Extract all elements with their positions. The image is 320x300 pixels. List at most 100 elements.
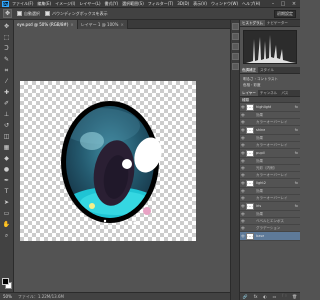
menu-file[interactable]: ファイル(F) xyxy=(12,1,33,7)
path-select-tool-icon[interactable]: ➤ xyxy=(2,198,12,207)
layer-row[interactable]: 👁 shine fx xyxy=(240,126,300,135)
tab-styles[interactable]: スタイル xyxy=(258,67,276,73)
menu-filter[interactable]: フィルター(T) xyxy=(148,1,173,7)
layer-row[interactable]: 👁 light2 fx xyxy=(240,179,300,188)
history-panel-icon[interactable] xyxy=(231,23,239,30)
tab-navigator[interactable]: ナビゲーター xyxy=(265,20,290,26)
history-brush-icon[interactable]: ↺ xyxy=(2,121,12,130)
layer-thumbnail xyxy=(246,232,254,240)
close-icon[interactable]: × xyxy=(70,22,73,27)
layer-name: base xyxy=(256,234,265,238)
layer-effect-row[interactable]: 👁 効果 xyxy=(240,211,300,218)
layer-effect-row[interactable]: 👁 カラーオーバーレイ xyxy=(240,195,300,202)
close-icon[interactable]: × xyxy=(120,22,123,27)
layer-fx-icon[interactable]: fx xyxy=(295,151,298,155)
tab-channels[interactable]: チャンネル xyxy=(258,90,279,96)
auto-select-label: 自動選択 xyxy=(24,10,40,16)
layer-row[interactable]: 👁 pupil fx xyxy=(240,149,300,158)
layer-effect-row[interactable]: 👁 グラデーション xyxy=(240,225,300,232)
document-canvas[interactable] xyxy=(20,81,196,241)
workspace-select[interactable]: 初期設定 xyxy=(274,10,296,18)
layer-style-icon[interactable]: fx xyxy=(254,294,258,299)
shape-tool-icon[interactable]: ▭ xyxy=(2,209,12,218)
transform-controls-checkbox[interactable] xyxy=(45,11,50,16)
layer-effect-row[interactable]: 👁 効果 xyxy=(240,158,300,165)
tab-histogram[interactable]: ヒストグラム xyxy=(240,20,265,26)
tab-adjustments[interactable]: 色調補正 xyxy=(240,67,258,73)
tab-layers[interactable]: レイヤー xyxy=(240,90,258,96)
lasso-tool-icon[interactable]: ᑐ xyxy=(2,44,12,53)
layer-name: カラーオーバーレイ xyxy=(256,119,288,124)
move-tool-icon[interactable]: ✥ xyxy=(3,9,12,18)
character-panel-icon[interactable] xyxy=(231,53,239,60)
close-icon[interactable]: × xyxy=(289,0,299,8)
actions-panel-icon[interactable] xyxy=(231,33,239,40)
adjustment-layer-icon[interactable]: ◐ xyxy=(263,294,267,299)
foreground-color-swatch[interactable] xyxy=(2,278,9,285)
layer-effect-row[interactable]: 👁 カラーオーバーレイ xyxy=(240,172,300,179)
canvas-area[interactable] xyxy=(14,29,230,291)
new-group-icon[interactable]: 🗀 xyxy=(282,293,286,300)
marquee-tool-icon[interactable]: ⬚ xyxy=(2,33,12,42)
layer-row[interactable]: 👁 highlight fx xyxy=(240,103,300,112)
menu-view[interactable]: 表示(V) xyxy=(193,1,207,7)
menu-help[interactable]: ヘルプ(H) xyxy=(242,1,260,7)
tab-eye-document[interactable]: eye.psd @ 50% (RGB/8#) × xyxy=(14,20,78,29)
document-info: ファイル：1.22M/13.6M xyxy=(17,293,64,299)
menu-3d[interactable]: 3D(D) xyxy=(177,1,189,6)
blur-tool-icon[interactable]: ◆ xyxy=(2,154,12,163)
gradient-tool-icon[interactable]: ▦ xyxy=(2,143,12,152)
adjustment-item[interactable]: 色相・彩度 xyxy=(243,82,297,88)
zoom-level[interactable]: 50% xyxy=(3,294,12,299)
eraser-tool-icon[interactable]: ◫ xyxy=(2,132,12,141)
dodge-tool-icon[interactable]: ● xyxy=(2,165,12,174)
menu-type[interactable]: 書式(Y) xyxy=(105,1,119,7)
document-tabs: eye.psd @ 50% (RGB/8#) × レイヤー 1 @ 100% × xyxy=(14,20,230,29)
trash-icon[interactable]: 🗑 xyxy=(292,294,297,299)
layer-effect-row[interactable]: 👁 効果 xyxy=(240,112,300,119)
layer-name: ベベルとエンボス xyxy=(256,218,284,223)
tab-paths[interactable]: パス xyxy=(279,90,290,96)
layers-panel-tabs: レイヤー チャンネル パス xyxy=(240,90,300,97)
auto-select-checkbox[interactable] xyxy=(17,11,22,16)
move-tool-icon[interactable]: ✥ xyxy=(2,22,12,31)
brush-tool-icon[interactable]: ✐ xyxy=(2,99,12,108)
menu-edit[interactable]: 編集(E) xyxy=(37,1,51,7)
layers-list: 👁 highlight fx 👁 効果 👁 カラーオーバーレイ 👁 shine fx 👁 効果 👁 カラー… xyxy=(240,103,300,241)
zoom-tool-icon[interactable]: ⌕ xyxy=(2,231,12,240)
minimize-icon[interactable]: – xyxy=(268,0,278,8)
layer-fx-icon[interactable]: fx xyxy=(295,128,298,132)
layer-effect-row[interactable]: 👁 光彩（内側） xyxy=(240,165,300,172)
menu-window[interactable]: ウィンドウ(W) xyxy=(211,1,238,7)
layers-panel-footer: 🔗 fx ◐ ▭ 🗀 🗑 xyxy=(240,292,300,300)
layer-fx-icon[interactable]: fx xyxy=(295,204,298,208)
tab-label: レイヤー 1 @ 100% xyxy=(80,22,119,27)
layer-effect-row[interactable]: 👁 効果 xyxy=(240,135,300,142)
eyedropper-tool-icon[interactable]: ⁄ xyxy=(2,77,12,86)
tab-layer1-document[interactable]: レイヤー 1 @ 100% × xyxy=(77,20,128,29)
paragraph-panel-icon[interactable] xyxy=(231,63,239,70)
maximize-icon[interactable]: □ xyxy=(278,0,288,8)
quick-select-tool-icon[interactable]: ✎ xyxy=(2,55,12,64)
layer-effect-row[interactable]: 👁 カラーオーバーレイ xyxy=(240,119,300,126)
link-layers-icon[interactable]: 🔗 xyxy=(243,294,248,299)
hand-tool-icon[interactable]: ✋ xyxy=(2,220,12,229)
layer-fx-icon[interactable]: fx xyxy=(295,181,298,185)
layer-effect-row[interactable]: 👁 ベベルとエンボス xyxy=(240,218,300,225)
layer-row[interactable]: 👁 base xyxy=(240,232,300,241)
type-tool-icon[interactable]: T xyxy=(2,187,12,196)
menu-image[interactable]: イメージ(I) xyxy=(55,1,75,7)
layer-name: カラーオーバーレイ xyxy=(256,195,288,200)
menu-select[interactable]: 選択範囲(S) xyxy=(122,1,144,7)
stamp-tool-icon[interactable]: ⊥ xyxy=(2,110,12,119)
brush-panel-icon[interactable] xyxy=(231,43,239,50)
layer-effect-row[interactable]: 👁 カラーオーバーレイ xyxy=(240,142,300,149)
healing-tool-icon[interactable]: ✚ xyxy=(2,88,12,97)
mask-icon[interactable]: ▭ xyxy=(273,294,277,299)
layer-effect-row[interactable]: 👁 効果 xyxy=(240,188,300,195)
crop-tool-icon[interactable]: ⌗ xyxy=(2,66,12,75)
layer-row[interactable]: 👁 iris fx xyxy=(240,202,300,211)
layer-fx-icon[interactable]: fx xyxy=(295,105,298,109)
pen-tool-icon[interactable]: ✒ xyxy=(2,176,12,185)
menu-layer[interactable]: レイヤー(L) xyxy=(79,1,100,7)
